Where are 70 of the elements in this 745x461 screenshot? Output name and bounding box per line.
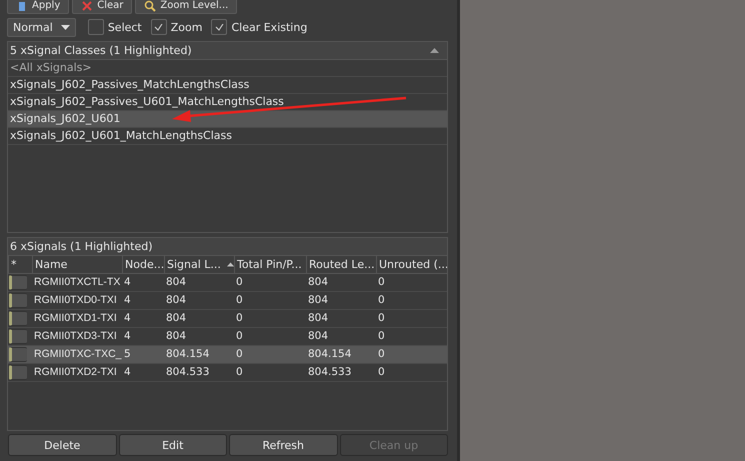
row-swatch[interactable] <box>9 293 27 308</box>
table-cell: RGMII0TXD0-TXI <box>32 292 122 310</box>
column-header[interactable]: Unrouted (... <box>376 256 447 274</box>
table-cell: 804 <box>164 274 234 292</box>
table-cell: RGMII0TXCTL-TX <box>32 274 122 292</box>
column-header[interactable]: Total Pin/P... <box>234 256 306 274</box>
table-cell: 804.533 <box>164 364 234 382</box>
checkbox[interactable] <box>150 19 167 35</box>
table-cell: 804 <box>306 274 376 292</box>
table-cell: 4 <box>122 274 164 292</box>
table-cell: RGMII0TXD2-TXI <box>32 364 122 382</box>
action-button[interactable]: Refresh <box>229 434 338 456</box>
checkbox[interactable] <box>211 19 228 35</box>
row-swatch[interactable] <box>9 365 27 380</box>
table-cell: 804.154 <box>306 346 376 364</box>
checkbox-label[interactable]: Select <box>108 20 142 34</box>
table-cell: 0 <box>376 310 447 328</box>
table-cell: 4 <box>122 364 164 382</box>
column-header[interactable]: Node... <box>122 256 164 274</box>
table-cell: 0 <box>376 364 447 382</box>
action-button[interactable]: Edit <box>118 434 227 456</box>
table-cell: 0 <box>234 346 306 364</box>
table-cell: 0 <box>234 310 306 328</box>
table-cell: 0 <box>234 364 306 382</box>
clear-icon <box>81 0 94 12</box>
checkbox[interactable] <box>88 19 104 35</box>
column-header[interactable]: * <box>8 256 32 274</box>
row-swatch[interactable] <box>9 311 27 326</box>
toolbar-button[interactable]: Apply <box>7 0 70 14</box>
class-list-item[interactable]: <All xSignals> <box>8 60 447 77</box>
row-swatch[interactable] <box>9 275 27 290</box>
table-cell: 804.533 <box>306 364 376 382</box>
table-cell: 0 <box>234 274 306 292</box>
check-icon <box>214 24 224 30</box>
table-cell: 4 <box>122 310 164 328</box>
check-icon <box>154 24 164 30</box>
column-header[interactable]: Routed Le... <box>306 256 376 274</box>
table-cell: 0 <box>376 292 447 310</box>
class-list-item[interactable]: xSignals_J602_U601_MatchLengthsClass <box>8 128 447 145</box>
table-cell: 804.154 <box>164 346 234 364</box>
toolbar-button[interactable]: Clear <box>72 0 132 14</box>
table-cell: 804 <box>306 310 376 328</box>
table-cell: 5 <box>122 346 164 364</box>
table-cell: 0 <box>234 292 306 310</box>
column-header[interactable]: Signal L... <box>164 256 234 274</box>
row-swatch[interactable] <box>9 329 27 344</box>
collapse-icon[interactable] <box>430 48 439 53</box>
checkbox-label[interactable]: Zoom <box>170 20 202 34</box>
table-cell: 0 <box>376 274 447 292</box>
header-title: 5 xSignal Classes (1 Highlighted) <box>10 44 192 57</box>
mode-dropdown[interactable]: Normal <box>7 18 76 36</box>
apply-icon <box>16 0 28 12</box>
table-cell: 804 <box>306 292 376 310</box>
row-swatch[interactable] <box>9 347 27 362</box>
action-button[interactable]: Delete <box>8 434 116 456</box>
zoom-icon <box>144 0 156 12</box>
table-cell: 804 <box>164 310 234 328</box>
checkbox-label[interactable]: Clear Existing <box>231 20 308 34</box>
column-header[interactable]: Name <box>32 256 122 274</box>
caret-icon <box>60 24 70 30</box>
class-list-item[interactable]: xSignals_J602_Passives_MatchLengthsClass <box>8 77 447 94</box>
table-cell: RGMII0TXD1-TXI <box>32 310 122 328</box>
table-cell: 4 <box>122 292 164 310</box>
sort-icon <box>226 262 234 267</box>
toolbar-button[interactable]: Zoom Level... <box>135 0 238 14</box>
table-cell: 804 <box>164 292 234 310</box>
table-header-title: 6 xSignals (1 Highlighted) <box>8 238 447 256</box>
class-list-item[interactable]: xSignals_J602_U601 <box>8 111 447 128</box>
table-cell: RGMII0TXC-TXC_ <box>32 346 122 364</box>
table-cell: 0 <box>376 346 447 364</box>
